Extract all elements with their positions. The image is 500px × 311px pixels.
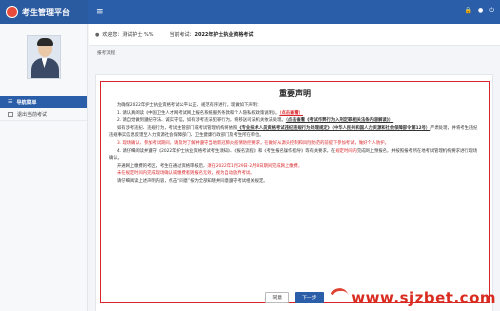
- notice-confirm-text: 请仔细阅读上述声明内容，点击“同意”按为全部知晓并同意遵守考试相关规定。: [117, 178, 268, 184]
- avatar: [26, 35, 61, 79]
- notice-intro: 为确保2022年护士执业资格考试公平公正、规范有序进行，现做如下声明：: [117, 103, 262, 108]
- notice-payment: 开通网上缴费的考区，考生在通过资格审核后，须在2022年1月29日-2月8日期间…: [109, 163, 481, 171]
- menu-toggle-button[interactable]: ≡: [96, 7, 104, 17]
- exit-icon: [8, 111, 13, 117]
- notice-item-2: 2. 请自觉做到遵纪守法、诚实守信。如有涉考违法犯罪行为，将移送司法机关依法处理…: [109, 117, 481, 125]
- sidebar: ☰ 导航菜单 退出当前考试: [0, 24, 88, 311]
- privacy-policy-link[interactable]: （点击查看）: [279, 111, 303, 116]
- nav-menu-header: ☰ 导航菜单: [0, 96, 87, 108]
- important-notice: 重要声明 为确保2022年护士执业资格考试公平公正、规范有序进行，现做如下声明：…: [100, 81, 490, 303]
- notice-item-1-text: 1. 请认真阅读《中国卫生人才网考试网上报名系统服务条款和个人隐私权政策说明》。: [117, 110, 280, 116]
- watermark-text: www.sjzbet.com: [351, 288, 496, 307]
- breadcrumb: 报考流程: [97, 51, 116, 56]
- notice-title: 重要声明: [279, 89, 311, 98]
- notice-panel: 重要声明 为确保2022年护士执业资格考试公平公正、规范有序进行，现做如下声明：…: [95, 74, 493, 311]
- brand-title: 考生管理平台: [22, 7, 70, 17]
- agree-button[interactable]: 同意: [265, 292, 290, 303]
- notice-item-4-deadline: 规定时间内: [335, 148, 357, 154]
- notice-item-2-text: 2. 请自觉做到遵纪守法、诚实守信。如有涉考违法犯罪行为，将移送司法机关依法处理…: [117, 118, 286, 124]
- brand: 考生管理平台: [0, 0, 88, 24]
- lock-icon[interactable]: 🔒: [465, 7, 472, 15]
- current-exam-label: 当前考试：: [169, 32, 195, 38]
- welcome-bar: ● 欢迎您： 测试护士 %% 当前考试： 2022年护士执业资格考试: [89, 24, 500, 46]
- notice-item-2-cont: 如有涉考违纪、违规行为，考试主管部门或考试管理机构将依照《专业技术人员资格考试违…: [109, 125, 481, 140]
- sidebar-item-exit-exam[interactable]: 退出当前考试: [0, 108, 87, 121]
- brand-logo-icon: [6, 6, 18, 18]
- top-bar: 考生管理平台 ≡ 🔒 ● ⏻: [0, 0, 500, 24]
- location-pin-icon: ●: [95, 31, 100, 38]
- regulation-link[interactable]: 《专业技术人员资格考试违纪违规行为处理规定》（中华人民共和国人力资源和社会保障部…: [237, 126, 430, 131]
- menu-icon: ☰: [8, 99, 13, 105]
- notice-item-3: 3. 现场确认、参加考试期间，请及时了解并遵守当地新冠肺炎疫情防控要求，在做好从…: [117, 140, 389, 146]
- main-content: ● 欢迎您： 测试护士 %% 当前考试： 2022年护士执业资格考试 报考流程 …: [89, 24, 500, 311]
- logout-icon[interactable]: ⏻: [489, 7, 494, 15]
- current-exam-name: 2022年护士执业资格考试: [194, 32, 254, 38]
- notice-item-4: 4. 请仔细阅读并遵守《2022年护士执业资格考试考生须知》、《报名流程》和《考…: [109, 148, 481, 163]
- welcome-user: 测试护士 %%: [122, 32, 154, 38]
- notice-item-2-cont-text: 如有涉考违纪、违规行为，考试主管部门或考试管理机构将依照: [117, 125, 238, 131]
- notice-item-4-text: 4. 请仔细阅读并遵守《2022年护士执业资格考试考生须知》、《报名流程》和《考…: [117, 148, 336, 154]
- notice-item-1: 1. 请认真阅读《中国卫生人才网考试网上报名系统服务条款和个人隐私权政策说明》。…: [109, 110, 481, 118]
- notice-payment-deadline: 须在2022年1月29日-2月8日期间完成网上缴费，: [207, 163, 303, 169]
- user-icon[interactable]: ●: [478, 7, 483, 15]
- notice-payment-text: 开通网上缴费的考区，考生在通过资格审核后，: [117, 163, 208, 169]
- sidebar-item-label: 退出当前考试: [17, 111, 48, 118]
- nav-menu-label: 导航菜单: [16, 99, 37, 106]
- watermark-swirl-icon: [327, 285, 352, 310]
- next-step-button[interactable]: 下一步: [295, 292, 324, 303]
- law-interpretation-link[interactable]: （点击查看《考试作弊行为入刑定罪相关法条内容解读》）: [286, 118, 393, 123]
- watermark: www.sjzbet.com: [327, 284, 500, 311]
- notice-invalid-warning: 未在规定时间内完成现场确认或缴费者则报名无效，视为自动放弃考试。: [117, 171, 255, 177]
- welcome-greeting: 欢迎您：: [102, 32, 123, 38]
